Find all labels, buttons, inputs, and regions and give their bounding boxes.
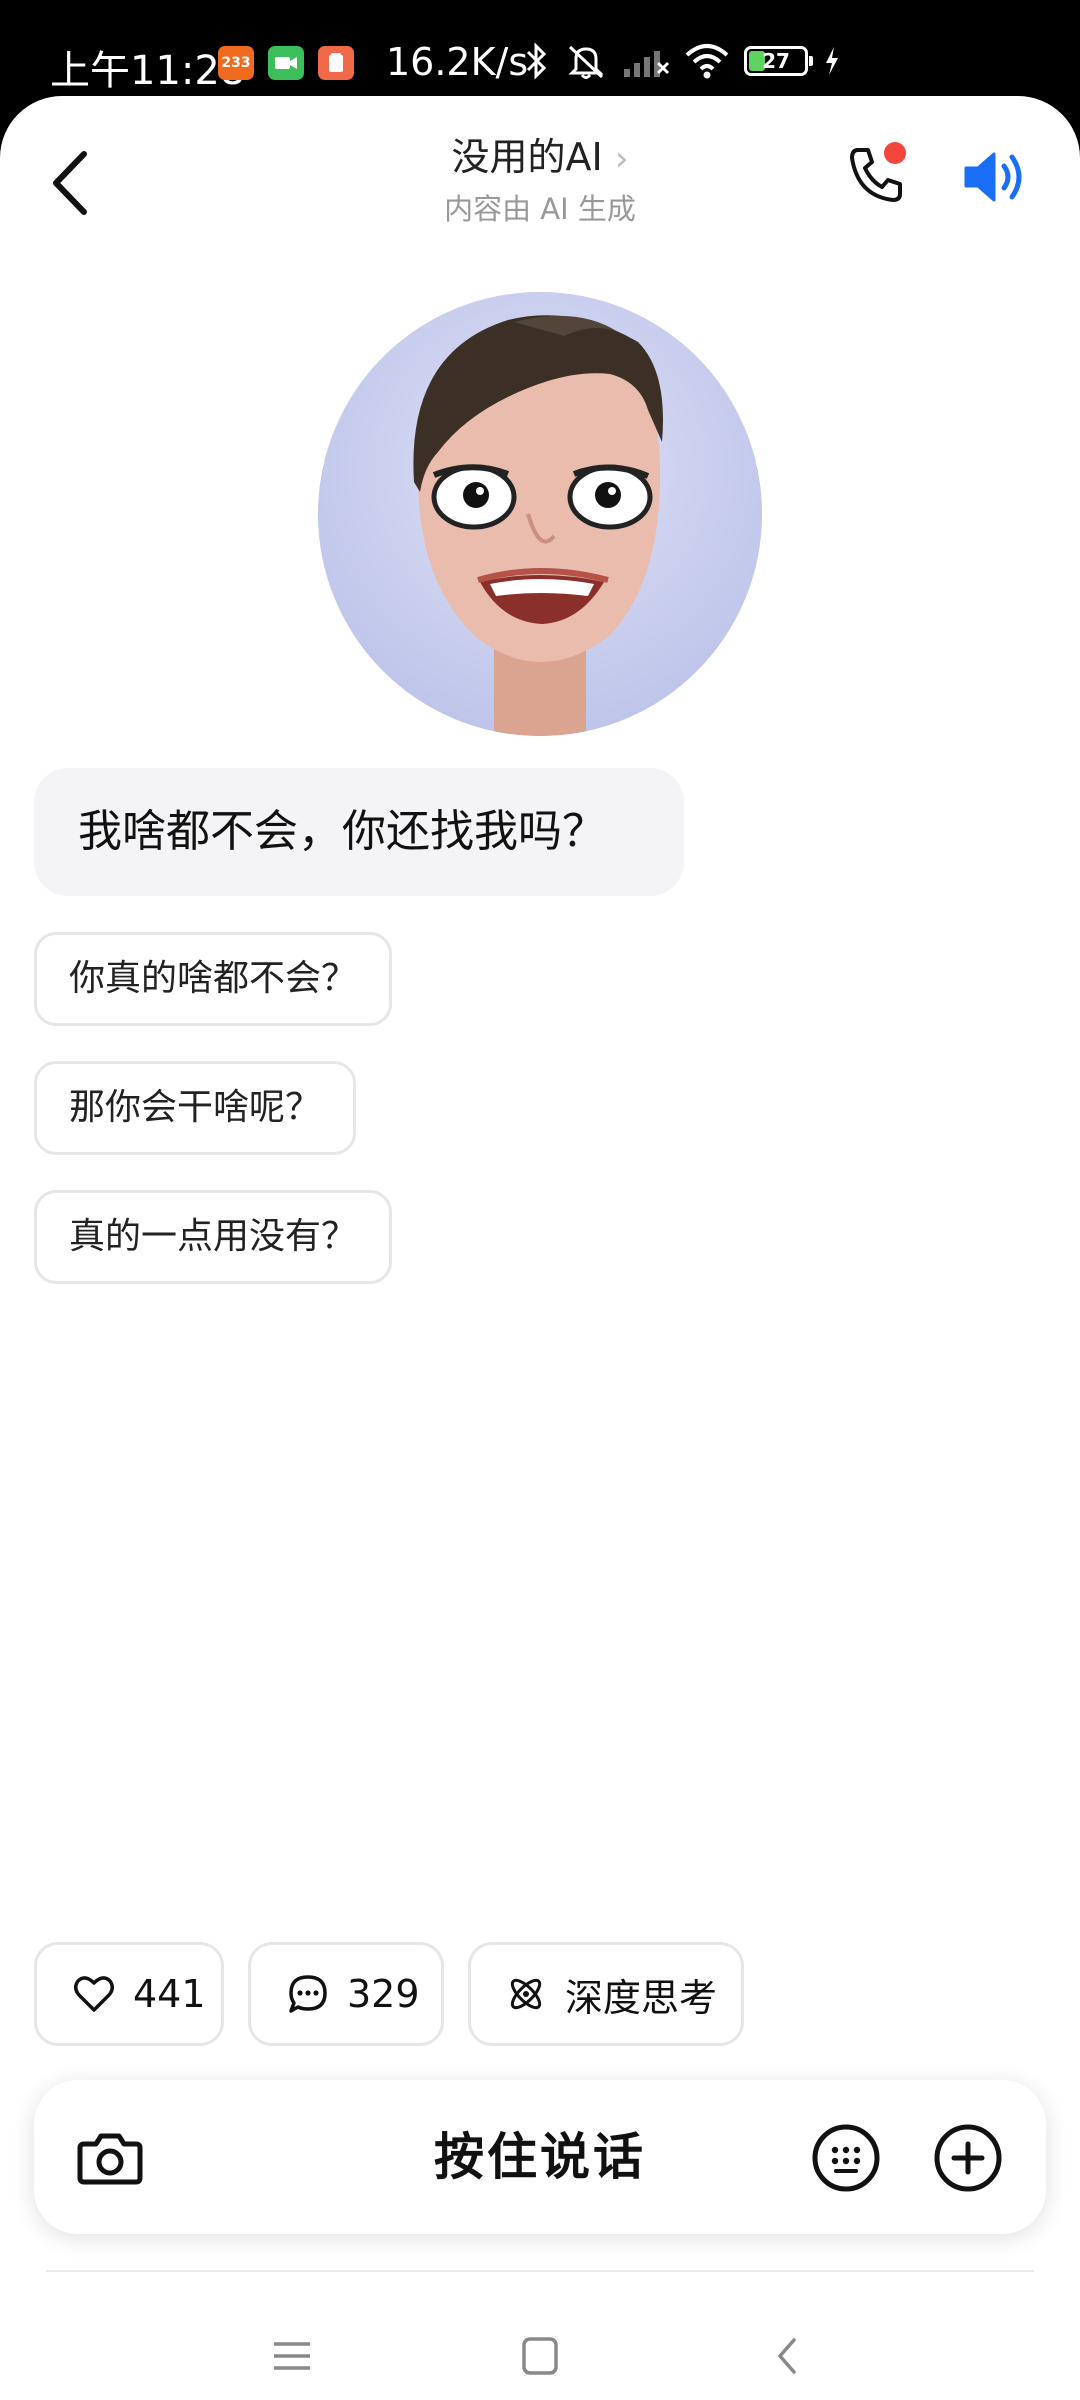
suggestion-chip[interactable]: 你真的啥都不会？ [34,932,393,1026]
add-button[interactable] [932,2122,1004,2194]
deep-think-label: 深度思考 [565,1975,718,2020]
keyboard-button[interactable] [810,2122,882,2194]
network-speed: 16.2K/s [386,40,529,84]
cellular-signal-icon [624,51,670,77]
ai-avatar-illustration [318,292,762,736]
menu-nav-button[interactable] [262,2326,322,2386]
charging-icon [826,47,838,75]
like-count: 441 [133,1972,206,2016]
wifi-icon [685,44,729,79]
app-icon [318,46,354,80]
chat-title[interactable]: 没用的AI › [0,126,1080,181]
heart-icon [74,1976,114,2012]
comment-icon [289,1975,327,2013]
ai-message-bubble: 我啥都不会，你还找我吗？ [34,768,684,896]
like-button[interactable]: 441 [34,1942,224,2046]
home-icon [522,2337,558,2375]
app-233-label: 233 [221,55,251,71]
back-icon [778,2338,796,2374]
chevron-right-icon: › [614,139,629,179]
ai-generated-notice: 内容由 AI 生成 [444,192,636,226]
nav-divider [46,2270,1034,2272]
ai-avatar[interactable] [318,292,762,736]
comment-button[interactable]: 329 [248,1942,444,2046]
chat-screen: 没用的AI › 内容由 AI 生成 我啥都不会，你还找我吗？ 你真的啥都不会？ … [0,96,1080,2400]
battery-level: 27 [762,49,790,73]
comment-count: 329 [347,1972,420,2016]
deep-think-button[interactable]: 深度思考 [468,1942,744,2046]
plus-icon [934,2124,1002,2192]
status-icons: 27 [524,40,842,82]
speaker-icon [964,152,1022,202]
suggestion-chip[interactable]: 真的一点用没有？ [34,1190,393,1284]
hold-to-talk-button[interactable]: 按住说话 [34,2080,1046,2234]
back-nav-button[interactable] [758,2326,818,2386]
menu-icon [274,2342,310,2370]
status-time: 上午11:28 [50,48,246,94]
input-bar: 按住说话 [34,2080,1046,2234]
call-notification-dot [884,142,906,164]
speaker-button[interactable] [962,146,1032,208]
bluetooth-icon [526,42,547,80]
video-icon [268,46,304,80]
keyboard-icon [812,2124,880,2192]
atom-icon [510,1978,542,2010]
home-nav-button[interactable] [510,2326,570,2386]
suggestion-chip[interactable]: 那你会干啥呢？ [34,1061,357,1155]
app-233-icon: 233 [218,46,254,80]
battery-icon: 27 [744,46,813,76]
mute-icon [568,45,604,79]
chat-title-text: 没用的AI [451,135,603,179]
